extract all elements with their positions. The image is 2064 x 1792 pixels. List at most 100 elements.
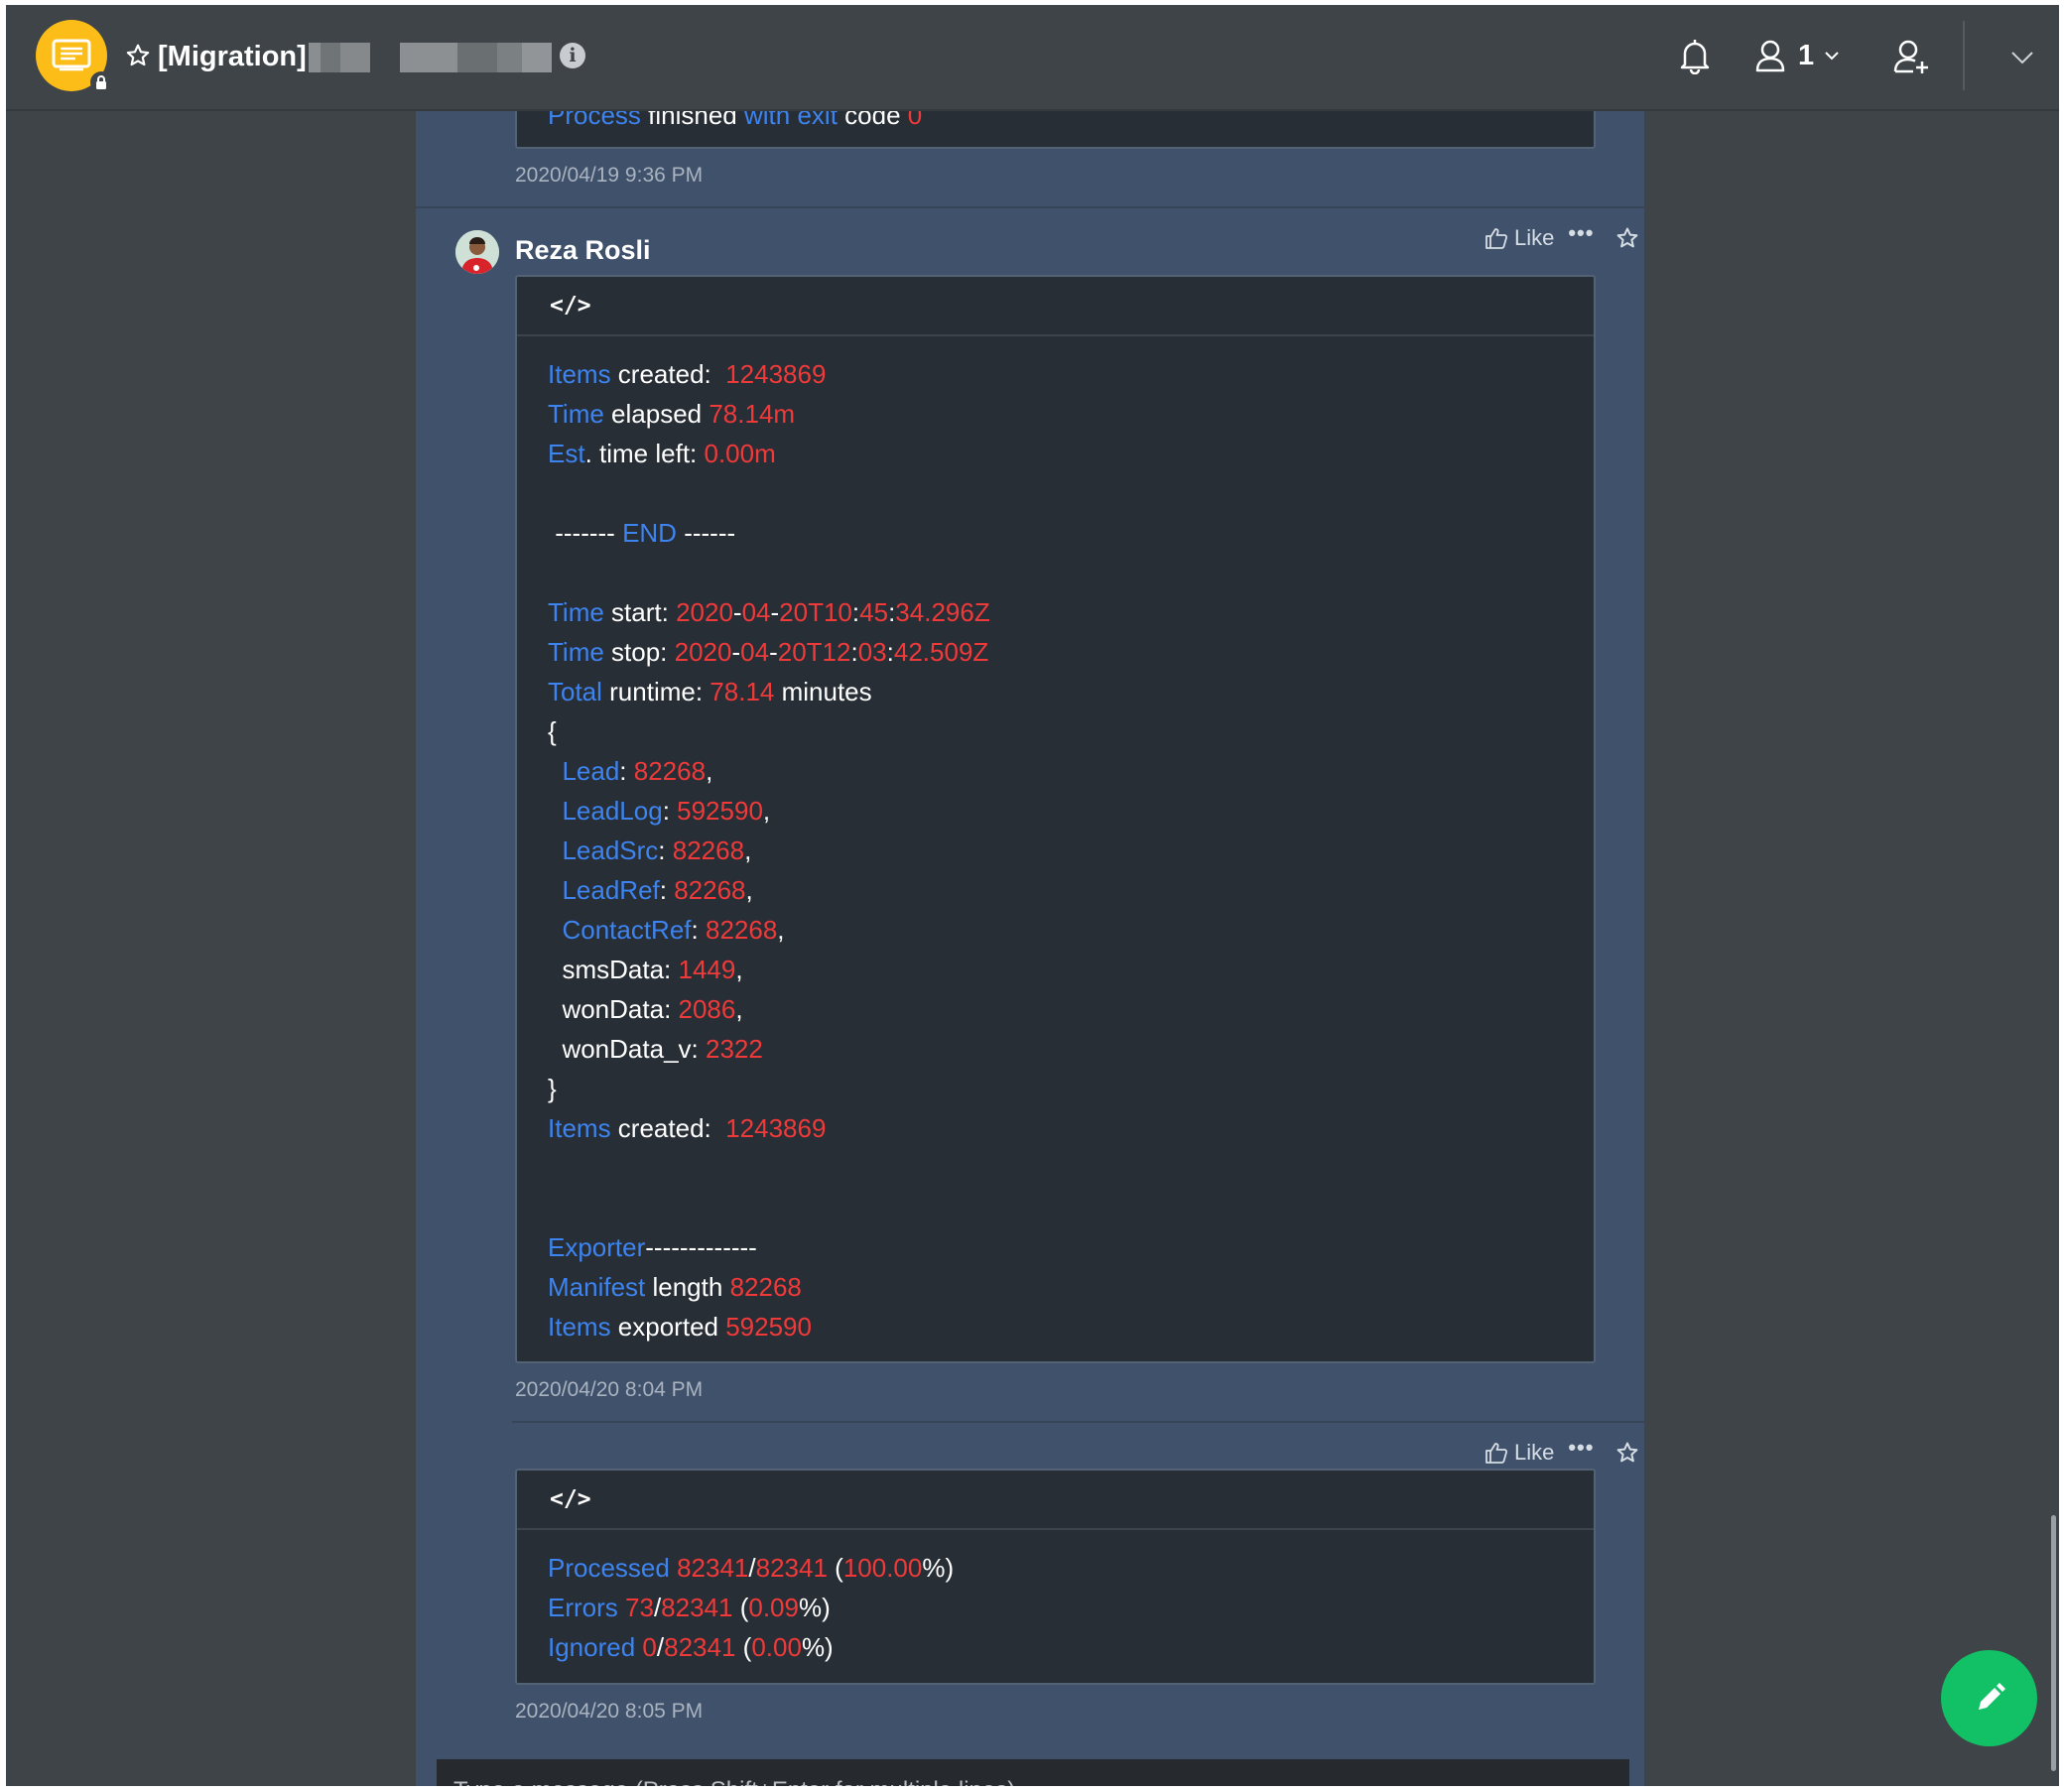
avatar[interactable] [455, 230, 499, 274]
code-token: 0 [642, 1632, 657, 1662]
code-token: , [762, 796, 771, 826]
code-line: Time start: 2020-04-20T10:45:34.296Z [548, 592, 1594, 632]
code-line: Items created: 1243869 [548, 1108, 1594, 1148]
code-token: %) [801, 1632, 834, 1662]
code-token: 2020 [674, 637, 732, 667]
chat-room-icon [52, 39, 91, 71]
code-token: Items [548, 1312, 611, 1342]
code-token: } [548, 1074, 557, 1103]
code-token: wonData: [548, 994, 679, 1024]
code-token: 0.00 [751, 1632, 802, 1662]
code-token: END [622, 518, 677, 548]
star-icon[interactable] [1615, 1441, 1639, 1465]
code-token: Manifest [548, 1272, 646, 1302]
more-icon[interactable]: ••• [1568, 220, 1594, 246]
code-token: 82341 [677, 1553, 749, 1583]
code-token: 0.09 [748, 1593, 799, 1622]
message-input[interactable]: Type a message (Press Shift+Enter for mu… [437, 1759, 1629, 1786]
bell-icon[interactable] [1678, 39, 1712, 74]
star-icon[interactable] [1615, 226, 1639, 250]
code-token: 78.14 [710, 677, 775, 706]
code-token: { [548, 716, 557, 746]
code-token: minutes [774, 677, 872, 706]
code-token: %) [798, 1593, 831, 1622]
code-token: 03 [857, 637, 887, 667]
user-icon [1755, 40, 1785, 72]
code-token: 2020 [676, 597, 733, 627]
code-token: Ignored [548, 1632, 636, 1662]
code-line: Errors 73/82341 (0.09%) [548, 1588, 1594, 1627]
message-actions: Like ••• [1484, 1435, 1639, 1466]
code-token: 20T10 [779, 597, 852, 627]
compose-button[interactable] [1941, 1650, 2037, 1746]
thumbs-up-icon[interactable] [1484, 1442, 1508, 1464]
code-token: , [706, 756, 713, 786]
code-token: : [619, 756, 634, 786]
timestamp: 2020/04/20 8:05 PM [515, 1700, 704, 1723]
room-title[interactable]: [Migration] [158, 41, 307, 73]
like-button[interactable]: Like [1514, 1440, 1554, 1466]
code-token: Time [548, 637, 604, 667]
code-content: Items created: 1243869 Time elapsed 78.14… [517, 336, 1594, 1346]
code-token: 82268 [674, 875, 746, 905]
code-token: stop: [603, 637, 675, 667]
redacted-title-text [309, 43, 552, 72]
code-token: ------ [676, 518, 736, 548]
room-header: [Migration] i 1 [6, 5, 2059, 111]
code-token: 1243869 [725, 1113, 827, 1143]
code-line: wonData: 2086, [548, 989, 1594, 1029]
code-line: Time stop: 2020-04-20T12:03:42.509Z [548, 632, 1594, 672]
member-count: 1 [1798, 39, 1815, 71]
more-icon[interactable]: ••• [1568, 1435, 1594, 1461]
message-separator [512, 1421, 1644, 1423]
code-token: Lead [562, 756, 620, 786]
code-token: ------------- [645, 1232, 757, 1262]
code-line: Total runtime: 78.14 minutes [548, 672, 1594, 711]
code-line: Ignored 0/82341 (0.00%) [548, 1627, 1594, 1667]
scrollbar[interactable] [2051, 1515, 2056, 1771]
members-button[interactable]: 1 [1754, 39, 1840, 72]
code-token: : [691, 915, 706, 945]
sender-name[interactable]: Reza Rosli [515, 235, 651, 266]
info-icon[interactable]: i [560, 43, 585, 68]
chevron-down-icon[interactable] [2010, 51, 2034, 64]
code-token: / [748, 1553, 756, 1583]
code-token: start: [603, 597, 677, 627]
code-token: - [732, 597, 742, 627]
code-line: { [548, 711, 1594, 751]
code-token: 592590 [677, 796, 763, 826]
code-line: Manifest length 82268 [548, 1267, 1594, 1307]
thumbs-up-icon[interactable] [1484, 227, 1508, 249]
code-token: , [735, 955, 743, 984]
code-content: Processed 82341/82341 (100.00%) Errors 73… [517, 1530, 1594, 1667]
code-token: : [886, 637, 894, 667]
code-token: 82268 [633, 756, 707, 786]
add-user-icon[interactable] [1893, 39, 1931, 74]
code-token: 0.00m [704, 439, 776, 468]
code-block-label: </> [517, 1471, 1594, 1530]
code-token: created: [610, 1113, 726, 1143]
code-token: , [735, 994, 743, 1024]
code-token: Exporter [548, 1232, 646, 1262]
code-line: smsData: 1449, [548, 950, 1594, 989]
code-token: LeadSrc [562, 835, 659, 865]
code-token: - [770, 597, 780, 627]
like-button[interactable]: Like [1514, 225, 1554, 251]
code-line: Items exported 592590 [548, 1307, 1594, 1346]
star-icon[interactable] [125, 43, 151, 68]
code-token: ContactRef [562, 915, 692, 945]
code-token: 82268 [672, 835, 745, 865]
chevron-down-icon [1825, 52, 1839, 61]
timestamp: 2020/04/20 8:04 PM [515, 1378, 704, 1401]
code-line: Exporter------------- [548, 1227, 1594, 1267]
code-token: elapsed [603, 399, 710, 429]
code-token: 73 [625, 1593, 654, 1622]
code-token: 100.00 [842, 1553, 923, 1583]
code-token: 42.509Z [893, 637, 989, 667]
